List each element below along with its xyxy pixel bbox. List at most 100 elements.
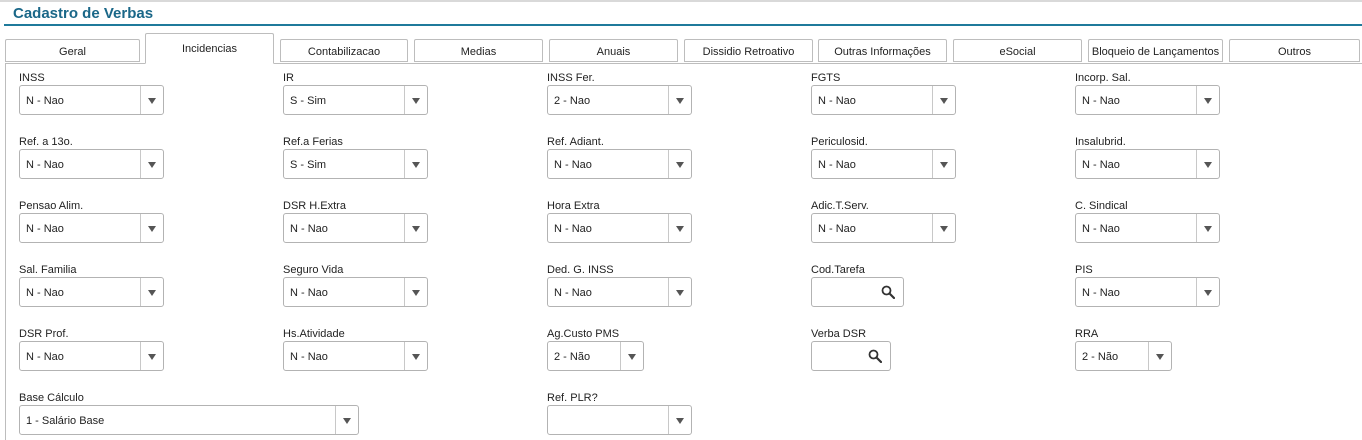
verba-dsr-label: Verba DSR [811, 328, 867, 340]
chevron-down-icon [940, 98, 948, 104]
search-icon[interactable] [868, 349, 882, 363]
fgts-value: N - Nao [818, 95, 856, 107]
chevron-down-icon [412, 226, 420, 232]
chevron-down-icon [628, 354, 636, 360]
tab-outros[interactable]: Outros [1229, 39, 1360, 62]
pensao-alim-label: Pensao Alim. [19, 200, 84, 212]
search-icon[interactable] [881, 285, 895, 299]
dsr-hextra-select[interactable]: N - Nao [283, 213, 428, 243]
select-divider [140, 278, 141, 306]
tab-esocial[interactable]: eSocial [953, 39, 1082, 62]
c-sindical-select[interactable]: N - Nao [1075, 213, 1220, 243]
select-divider [140, 86, 141, 114]
ded-g-inss-label: Ded. G. INSS [547, 264, 614, 276]
inss-fer-label: INSS Fer. [547, 72, 595, 84]
tab-geral[interactable]: Geral [5, 39, 140, 62]
inss-fer-select[interactable]: 2 - Nao [547, 85, 692, 115]
fgts-select[interactable]: N - Nao [811, 85, 956, 115]
ref-plr-label: Ref. PLR? [547, 392, 598, 404]
chevron-down-icon [148, 98, 156, 104]
select-divider [668, 406, 669, 434]
verba-dsr-field[interactable] [811, 341, 891, 371]
chevron-down-icon [676, 162, 684, 168]
sal-familia-label: Sal. Familia [19, 264, 77, 276]
periculosid-label: Periculosid. [811, 136, 868, 148]
tab-contabilizacao[interactable]: Contabilizacao [280, 39, 408, 62]
tab-outras-informacoes[interactable]: Outras Informações [818, 39, 947, 62]
select-divider [140, 214, 141, 242]
cod-tarefa-label: Cod.Tarefa [811, 264, 865, 276]
hora-extra-select[interactable]: N - Nao [547, 213, 692, 243]
select-divider [620, 342, 621, 370]
pis-label: PIS [1075, 264, 1093, 276]
ded-g-inss-value: N - Nao [554, 287, 592, 299]
chevron-down-icon [676, 290, 684, 296]
ref-adiant-label: Ref. Adiant. [547, 136, 604, 148]
ref-plr-select[interactable] [547, 405, 692, 435]
chevron-down-icon [940, 226, 948, 232]
select-divider [140, 342, 141, 370]
adic-tserv-select[interactable]: N - Nao [811, 213, 956, 243]
tab-bloqueio-de-lancamentos[interactable]: Bloqueio de Lançamentos [1088, 39, 1223, 62]
tab-anuais[interactable]: Anuais [549, 39, 678, 62]
seguro-vida-select[interactable]: N - Nao [283, 277, 428, 307]
select-divider [404, 214, 405, 242]
tab-dissidio-retroativo[interactable]: Dissidio Retroativo [684, 39, 813, 62]
inss-fer-value: 2 - Nao [554, 95, 591, 107]
select-divider [668, 278, 669, 306]
insalubrid-value: N - Nao [1082, 159, 1120, 171]
periculosid-select[interactable]: N - Nao [811, 149, 956, 179]
ref-13o-select[interactable]: N - Nao [19, 149, 164, 179]
incorp-sal-select[interactable]: N - Nao [1075, 85, 1220, 115]
hs-atividade-select[interactable]: N - Nao [283, 341, 428, 371]
ref-ferias-value: S - Sim [290, 159, 327, 171]
chevron-down-icon [676, 226, 684, 232]
dsr-prof-select[interactable]: N - Nao [19, 341, 164, 371]
insalubrid-select[interactable]: N - Nao [1075, 149, 1220, 179]
rra-select[interactable]: 2 - Não [1075, 341, 1172, 371]
hs-atividade-value: N - Nao [290, 351, 328, 363]
insalubrid-label: Insalubrid. [1075, 136, 1126, 148]
ir-select[interactable]: S - Sim [283, 85, 428, 115]
chevron-down-icon [412, 98, 420, 104]
tab-medias[interactable]: Medias [414, 39, 543, 62]
sal-familia-select[interactable]: N - Nao [19, 277, 164, 307]
fgts-label: FGTS [811, 72, 841, 84]
inss-value: N - Nao [26, 95, 64, 107]
tab-incidencias[interactable]: Incidencias [145, 33, 274, 64]
rra-value: 2 - Não [1082, 351, 1119, 363]
chevron-down-icon [676, 98, 684, 104]
base-calculo-label: Base Cálculo [19, 392, 84, 404]
chevron-down-icon [1204, 162, 1212, 168]
select-divider [1196, 278, 1197, 306]
ded-g-inss-select[interactable]: N - Nao [547, 277, 692, 307]
select-divider [404, 342, 405, 370]
chevron-down-icon [676, 418, 684, 424]
ref-ferias-label: Ref.a Ferias [283, 136, 343, 148]
pis-select[interactable]: N - Nao [1075, 277, 1220, 307]
dsr-prof-label: DSR Prof. [19, 328, 69, 340]
inss-select[interactable]: N - Nao [19, 85, 164, 115]
select-divider [1196, 150, 1197, 178]
seguro-vida-label: Seguro Vida [283, 264, 344, 276]
select-divider [1196, 86, 1197, 114]
c-sindical-label: C. Sindical [1075, 200, 1128, 212]
chevron-down-icon [343, 418, 351, 424]
select-divider [404, 86, 405, 114]
title-underline [4, 24, 1362, 26]
chevron-down-icon [940, 162, 948, 168]
hora-extra-label: Hora Extra [547, 200, 600, 212]
ref-ferias-select[interactable]: S - Sim [283, 149, 428, 179]
base-calculo-select[interactable]: 1 - Salário Base [19, 405, 359, 435]
select-divider [932, 86, 933, 114]
sal-familia-value: N - Nao [26, 287, 64, 299]
cod-tarefa-field[interactable] [811, 277, 904, 307]
incorp-sal-value: N - Nao [1082, 95, 1120, 107]
ag-custo-pms-select[interactable]: 2 - Não [547, 341, 644, 371]
ref-adiant-select[interactable]: N - Nao [547, 149, 692, 179]
dsr-prof-value: N - Nao [26, 351, 64, 363]
pensao-alim-select[interactable]: N - Nao [19, 213, 164, 243]
chevron-down-icon [412, 354, 420, 360]
adic-tserv-value: N - Nao [818, 223, 856, 235]
select-divider [932, 214, 933, 242]
